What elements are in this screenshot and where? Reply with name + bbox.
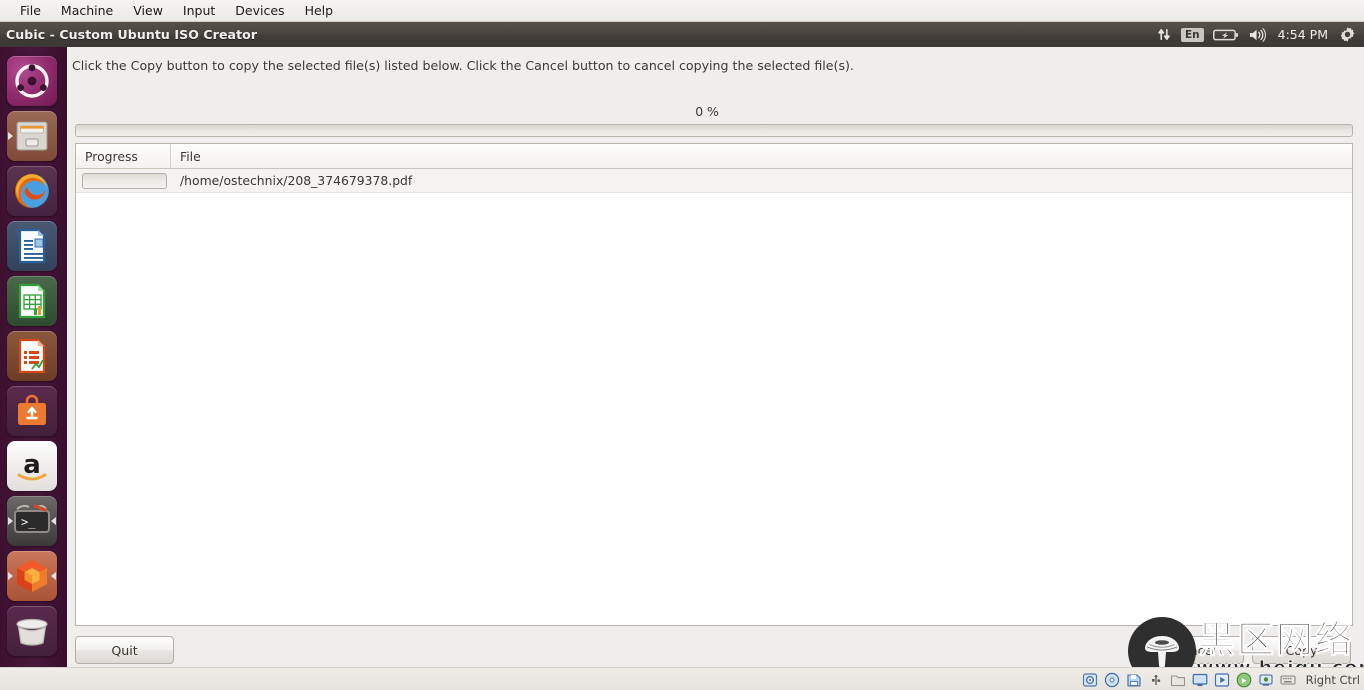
menu-item-view[interactable]: View (123, 1, 173, 20)
column-header-progress[interactable]: Progress (76, 144, 171, 168)
video-capture-icon[interactable] (1214, 672, 1230, 688)
software-center-icon (18, 394, 46, 425)
amazon-icon: a (17, 450, 47, 481)
mouse-integration-icon[interactable] (1236, 672, 1252, 688)
unity-top-panel: Cubic - Custom Ubuntu ISO Creator En 4:5… (0, 22, 1364, 47)
launcher-item-files[interactable] (7, 111, 57, 161)
launcher-item-calc[interactable] (7, 276, 57, 326)
cubic-window: Click the Copy button to copy the select… (64, 47, 1364, 667)
screen: File Machine View Input Devices Help Cub… (0, 0, 1364, 690)
virtualbox-statusbar: Right Ctrl (0, 667, 1364, 690)
launcher-item-firefox[interactable] (7, 166, 57, 216)
menu-item-help[interactable]: Help (295, 1, 344, 20)
launcher-item-impress[interactable] (7, 331, 57, 381)
menu-item-devices[interactable]: Devices (225, 1, 294, 20)
row-file-path: /home/ostechnix/208_374679378.pdf (180, 173, 413, 188)
libreoffice-calc-icon (18, 283, 46, 319)
launcher-item-amazon[interactable]: a (7, 441, 57, 491)
overall-progress-bar (75, 124, 1353, 137)
firefox-icon (14, 173, 50, 209)
menu-item-machine[interactable]: Machine (51, 1, 123, 20)
terminal-icon: >_ (14, 504, 50, 533)
cubic-cube-icon (17, 560, 47, 592)
svg-text:a: a (23, 450, 41, 480)
file-table[interactable]: Progress File /home/ostechnix/208_374679… (75, 143, 1353, 626)
copy-button[interactable]: Copy (1252, 636, 1351, 664)
running-indicator (8, 517, 13, 525)
launcher-item-software-center[interactable] (7, 386, 57, 436)
window-title: Cubic - Custom Ubuntu ISO Creator (6, 27, 258, 42)
libreoffice-impress-icon (18, 338, 46, 374)
virtualbox-menubar: File Machine View Input Devices Help (0, 0, 1364, 22)
svg-text:>_: >_ (21, 515, 36, 529)
focused-indicator (51, 572, 56, 580)
column-header-file[interactable]: File (171, 144, 1352, 168)
network-up-down-icon[interactable] (1157, 22, 1172, 47)
keyboard-layout-indicator[interactable]: En (1180, 27, 1204, 42)
battery-charging-icon[interactable] (1212, 22, 1239, 47)
window-left-edge (64, 47, 67, 667)
quit-button[interactable]: Quit (75, 636, 174, 664)
launcher-item-trash[interactable] (7, 606, 57, 656)
launcher-item-dash[interactable] (7, 56, 57, 106)
unity-launcher: a >_ (0, 47, 64, 667)
usb-icon[interactable] (1148, 672, 1164, 688)
launcher-item-cubic[interactable] (7, 551, 57, 601)
cancel-button[interactable]: Cancel (1145, 636, 1244, 664)
launcher-item-terminal[interactable]: >_ (7, 496, 57, 546)
row-progress-cell (76, 172, 171, 189)
gear-icon[interactable] (1339, 22, 1356, 47)
network-icon[interactable] (1258, 672, 1274, 688)
row-progress-bar (82, 172, 167, 189)
launcher-item-writer[interactable] (7, 221, 57, 271)
table-row[interactable]: /home/ostechnix/208_374679378.pdf (76, 169, 1352, 193)
optical-disk-icon[interactable] (1104, 672, 1120, 688)
running-indicator (8, 132, 13, 140)
focused-indicator (51, 517, 56, 525)
menu-item-input[interactable]: Input (173, 1, 225, 20)
keyboard-icon[interactable] (1280, 672, 1296, 688)
table-header: Progress File (76, 144, 1352, 169)
system-tray: En 4:54 PM (1157, 22, 1360, 47)
display-icon[interactable] (1192, 672, 1208, 688)
instruction-text: Click the Copy button to copy the select… (72, 58, 854, 73)
ubuntu-logo-icon (15, 64, 49, 98)
file-manager-icon (16, 121, 48, 151)
floppy-disk-icon[interactable] (1126, 672, 1142, 688)
menu-item-file[interactable]: File (10, 1, 51, 20)
statusbar-indicators: Right Ctrl (1082, 668, 1360, 690)
running-indicator (8, 572, 13, 580)
shared-folder-icon[interactable] (1170, 672, 1186, 688)
progress-percent-label: 0 % (695, 104, 719, 119)
volume-icon[interactable] (1248, 22, 1267, 47)
trash-icon (16, 618, 48, 646)
hard-disk-icon[interactable] (1082, 672, 1098, 688)
libreoffice-writer-icon (18, 228, 46, 264)
clock[interactable]: 4:54 PM (1276, 27, 1330, 42)
host-key-label: Right Ctrl (1305, 672, 1360, 687)
